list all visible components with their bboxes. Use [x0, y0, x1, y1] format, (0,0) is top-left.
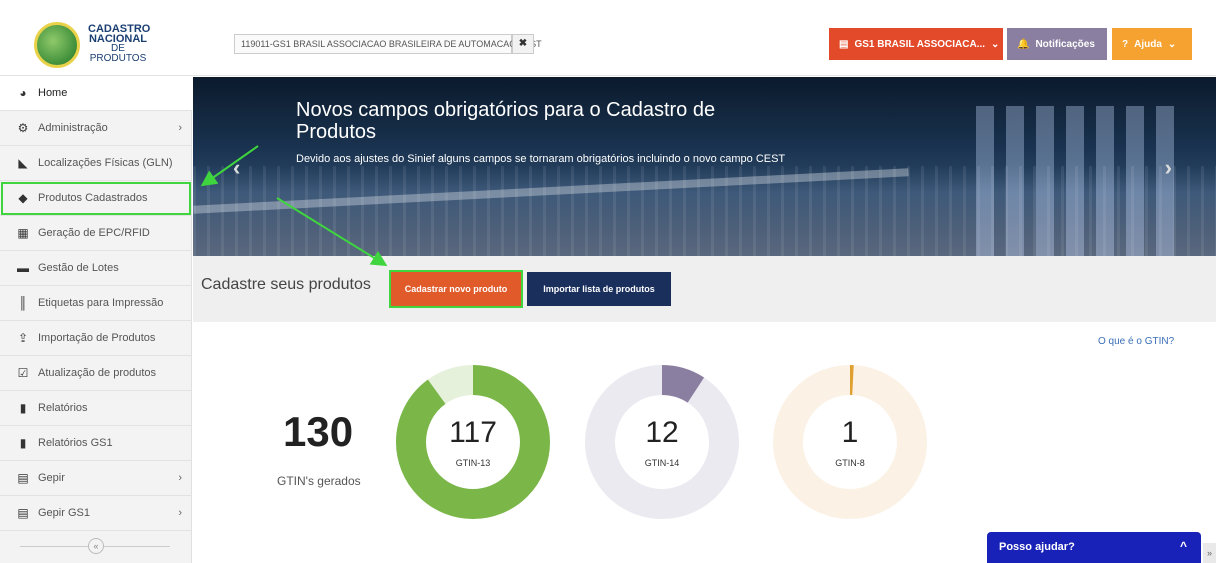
- sidebar-item-label: Etiquetas para Impressão: [38, 297, 164, 309]
- sidebar-item-label: Relatórios GS1: [38, 437, 113, 449]
- hero-banner: Novos campos obrigatórios para o Cadastr…: [193, 77, 1216, 256]
- chat-help-widget[interactable]: Posso ajudar? ^: [987, 532, 1201, 563]
- sidebar-item-gestao-lotes[interactable]: ▬ Gestão de Lotes: [0, 251, 192, 286]
- top-header: CADASTRO NACIONAL DE PRODUTOS 119011-GS1…: [0, 0, 1216, 76]
- gtin14-donut: 12 GTIN-14: [584, 364, 740, 520]
- banner-text: Devido aos ajustes do Sinief alguns camp…: [296, 153, 786, 165]
- sidebar-item-gepir-gs1[interactable]: ▤ Gepir GS1 ›: [0, 496, 192, 531]
- gtin14-label: GTIN-14: [644, 458, 680, 468]
- sidebar-item-label: Home: [38, 87, 68, 99]
- logo-emblem: [34, 22, 80, 68]
- chevron-right-icon: ›: [178, 472, 182, 484]
- sidebar-item-produtos-cadastrados[interactable]: ◆ Produtos Cadastrados: [0, 181, 192, 216]
- gtin13-count: 117: [449, 416, 497, 449]
- sidebar-item-label: Importação de Produtos: [38, 332, 156, 344]
- banner-title: Novos campos obrigatórios para o Cadastr…: [296, 99, 716, 143]
- gtin8-count: 1: [841, 416, 859, 449]
- sidebar-item-atualizacao[interactable]: ☑ Atualização de produtos: [0, 356, 192, 391]
- chevron-up-icon[interactable]: ^: [1180, 539, 1187, 553]
- archive-icon: ▬: [17, 261, 29, 275]
- cta-title: Cadastre seus produtos: [201, 276, 371, 293]
- notifications-button[interactable]: 🔔 Notificações: [1007, 28, 1107, 60]
- gtin13-label: GTIN-13: [455, 458, 491, 468]
- file-icon: ▮: [19, 401, 27, 415]
- chevron-right-icon[interactable]: ›: [1165, 155, 1172, 181]
- organization-label: GS1 BRASIL ASSOCIACA...: [854, 38, 986, 50]
- sidebar-item-label: Relatórios: [38, 402, 88, 414]
- collapse-sidebar-button[interactable]: «: [88, 538, 104, 554]
- sidebar-item-etiquetas[interactable]: ║ Etiquetas para Impressão: [0, 286, 192, 321]
- cogs-icon: ⚙: [17, 121, 29, 135]
- chevron-left-icon[interactable]: ‹: [233, 155, 240, 181]
- scroll-top-button[interactable]: »: [1203, 543, 1216, 563]
- sidebar-item-label: Atualização de produtos: [38, 367, 157, 379]
- sidebar-item-home[interactable]: ◕ Home: [0, 76, 192, 111]
- chevron-right-icon: ›: [178, 122, 182, 134]
- check-square-icon: ☑: [17, 366, 29, 380]
- gtin8-donut: 1 GTIN-8: [772, 364, 928, 520]
- bell-icon: 🔔: [1017, 38, 1030, 50]
- gtin14-count: 12: [645, 416, 679, 449]
- logo-text: CADASTRO NACIONAL DE PRODUTOS: [88, 24, 150, 64]
- sidebar-item-label: Localizações Físicas (GLN): [38, 157, 173, 169]
- help-dropdown-button[interactable]: ? Ajuda ⌄: [1112, 28, 1192, 60]
- register-products-bar: Cadastre seus produtos Cadastrar novo pr…: [193, 256, 1216, 322]
- help-label: Ajuda: [1134, 38, 1162, 50]
- sidebar-item-label: Administração: [38, 122, 108, 134]
- sidebar-item-relatorios-gs1[interactable]: ▮ Relatórios GS1: [0, 426, 192, 461]
- total-gtins-number: 130: [283, 408, 354, 455]
- barcode-icon: ║: [18, 296, 28, 310]
- register-new-product-button[interactable]: Cadastrar novo produto: [389, 270, 523, 308]
- list-icon: ▤: [17, 506, 29, 520]
- sidebar-item-label: Gepir GS1: [38, 507, 90, 519]
- sidebar-item-label: Geração de EPC/RFID: [38, 227, 150, 239]
- what-is-gtin-link[interactable]: O que é o GTIN?: [1098, 336, 1174, 347]
- upload-icon: ⇪: [17, 331, 29, 345]
- sidebar-item-relatorios[interactable]: ▮ Relatórios: [0, 391, 192, 426]
- banner-lights-image: [193, 166, 1216, 256]
- notifications-label: Notificações: [1035, 38, 1095, 50]
- sidebar-item-label: Gestão de Lotes: [38, 262, 119, 274]
- sidebar-item-gepir[interactable]: ▤ Gepir ›: [0, 461, 192, 496]
- qrcode-icon: ▦: [17, 226, 29, 240]
- clear-company-button[interactable]: ✖: [512, 34, 534, 54]
- chat-label: Posso ajudar?: [999, 541, 1075, 553]
- list-icon: ▤: [17, 471, 29, 485]
- sidebar-item-label: Gepir: [38, 472, 65, 484]
- file-icon: ▮: [19, 436, 27, 450]
- chevron-down-icon: ⌄: [1167, 38, 1177, 50]
- tag-icon: ◆: [18, 191, 28, 205]
- total-gtins-label: GTIN's gerados: [277, 474, 361, 488]
- sidebar-item-label: Produtos Cadastrados: [38, 192, 148, 204]
- pie-chart-icon: ◕: [19, 86, 27, 100]
- sidebar-item-epc-rfid[interactable]: ▦ Geração de EPC/RFID: [0, 216, 192, 251]
- logo-line-3: DE PRODUTOS: [89, 43, 147, 64]
- sidebar-item-localizacoes[interactable]: ◣ Localizações Físicas (GLN): [0, 146, 192, 181]
- list-icon: ▤: [839, 38, 849, 50]
- import-product-list-button[interactable]: Importar lista de produtos: [527, 272, 671, 306]
- app-logo[interactable]: CADASTRO NACIONAL DE PRODUTOS: [28, 20, 188, 70]
- chevron-right-icon: ›: [178, 507, 182, 519]
- sidebar-item-administracao[interactable]: ⚙ Administração ›: [0, 111, 192, 146]
- company-selector-field[interactable]: 119011-GS1 BRASIL ASSOCIACAO BRASILEIRA …: [234, 34, 542, 54]
- chevron-down-icon: ⌄: [991, 38, 1000, 50]
- question-icon: ?: [1122, 38, 1129, 50]
- gtin13-donut: 117 GTIN-13: [395, 364, 551, 520]
- organization-dropdown-button[interactable]: ▤ GS1 BRASIL ASSOCIACA... ⌄: [829, 28, 1003, 60]
- sidebar-nav: ◕ Home ⚙ Administração › ◣ Localizações …: [0, 76, 192, 563]
- gtin8-label: GTIN-8: [835, 458, 865, 468]
- area-chart-icon: ◣: [18, 156, 28, 170]
- sidebar-item-importacao[interactable]: ⇪ Importação de Produtos: [0, 321, 192, 356]
